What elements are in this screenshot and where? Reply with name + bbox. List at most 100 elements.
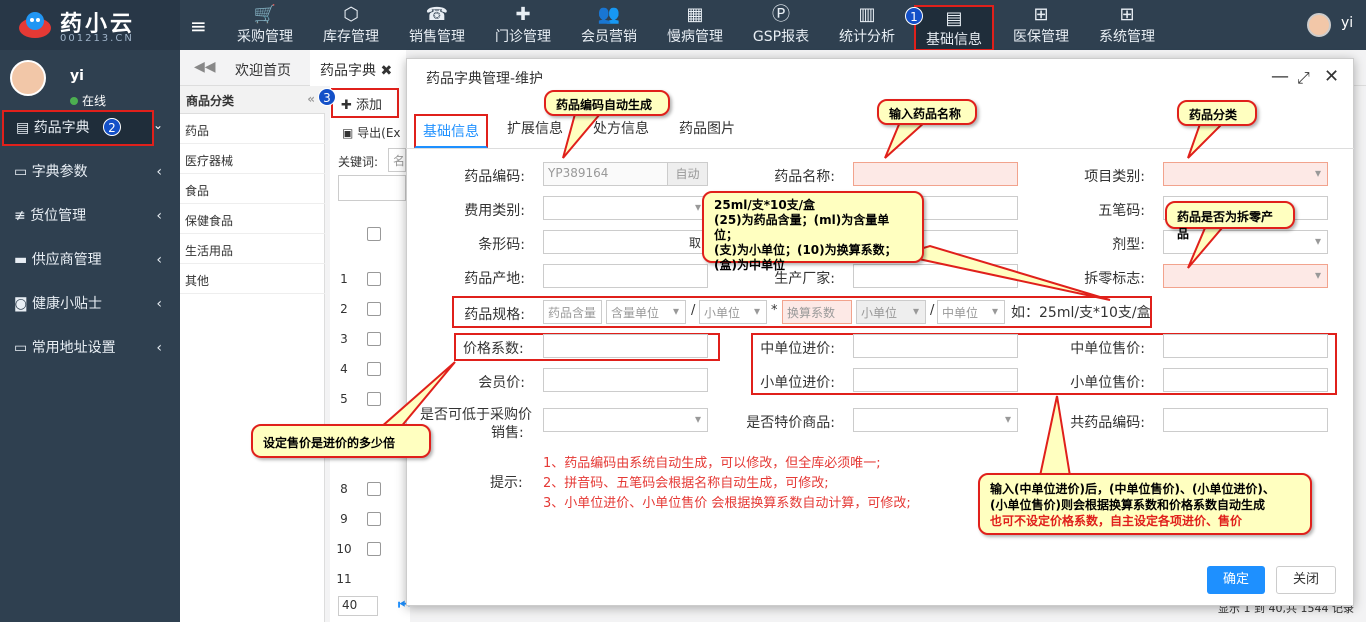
tab-extended-info[interactable]: 扩展信息 bbox=[507, 118, 563, 138]
below-cost-select[interactable] bbox=[543, 408, 708, 432]
row-checkbox[interactable] bbox=[367, 332, 381, 346]
keyword-label: 关键词: bbox=[338, 155, 379, 169]
monitor-icon: ▭ bbox=[14, 164, 28, 180]
barcode-input[interactable]: 取 bbox=[543, 230, 708, 254]
tab-drug-dict[interactable]: 药品字典 ✖ bbox=[310, 50, 406, 86]
small-buy-input[interactable] bbox=[853, 368, 1018, 392]
close-button[interactable]: 关闭 bbox=[1276, 566, 1336, 594]
category-item[interactable]: 药品 bbox=[180, 114, 325, 144]
building-icon: ▦ bbox=[686, 4, 704, 25]
collapse-icon[interactable]: « bbox=[307, 92, 315, 106]
select-all-checkbox[interactable] bbox=[367, 227, 381, 241]
sidebar-item-location[interactable]: ≢ 货位管理 ‹ bbox=[0, 198, 180, 234]
step-marker-1: 1 bbox=[905, 7, 923, 25]
tabs-back-icon[interactable]: ◀◀ bbox=[194, 59, 216, 75]
close-icon[interactable]: ✕ bbox=[1324, 66, 1339, 87]
topnav-sales[interactable]: ☎ 销售管理 bbox=[404, 0, 470, 50]
small-sell-input[interactable] bbox=[1163, 368, 1328, 392]
mid-buy-input[interactable] bbox=[853, 334, 1018, 358]
wubi-label: 五笔码: bbox=[1098, 203, 1145, 219]
logo: 药小云 001213.CN bbox=[0, 0, 180, 50]
cash-register-icon: ☎ bbox=[425, 4, 449, 25]
add-button[interactable]: ✚ 添加 bbox=[331, 88, 399, 118]
category-item[interactable]: 其他 bbox=[180, 264, 325, 294]
book-icon: ▤ bbox=[945, 8, 963, 29]
mid-sell-input[interactable] bbox=[1163, 334, 1328, 358]
auto-code-button[interactable]: 自动 bbox=[667, 163, 707, 185]
row-number: 3 bbox=[340, 332, 348, 346]
origin-label: 药品产地: bbox=[464, 271, 525, 287]
book-icon: ▤ bbox=[16, 120, 30, 136]
tab-home[interactable]: 欢迎首页 bbox=[235, 60, 291, 80]
bar-chart-icon: ▥ bbox=[858, 4, 876, 25]
row-checkbox[interactable] bbox=[367, 482, 381, 496]
topnav-system[interactable]: ⊞ 系统管理 bbox=[1094, 0, 1160, 50]
name-input[interactable] bbox=[853, 162, 1018, 186]
spec-small-unit2-select[interactable]: 小单位 bbox=[856, 300, 926, 324]
tab-basic-info[interactable]: 基础信息 bbox=[414, 114, 488, 148]
row-checkbox[interactable] bbox=[367, 362, 381, 376]
menu-toggle-icon[interactable]: ≡ bbox=[190, 14, 207, 38]
row-checkbox[interactable] bbox=[367, 512, 381, 526]
special-select[interactable] bbox=[853, 408, 1018, 432]
callout-spec: 25ml/支*10支/盒 (25)为药品含量；(ml)为含量单位； (支)为小单… bbox=[702, 191, 924, 272]
minimize-icon[interactable]: — bbox=[1271, 66, 1289, 87]
spec-unit-select[interactable]: 含量单位 bbox=[606, 300, 686, 324]
sidebar-item-health-tips[interactable]: ◙ 健康小贴士 ‹ bbox=[0, 286, 180, 322]
topnav-purchase[interactable]: 🛒 采购管理 bbox=[232, 0, 298, 50]
logo-mark-icon bbox=[19, 12, 51, 38]
sidebar-item-supplier[interactable]: ▬ 供应商管理 ‹ bbox=[0, 242, 180, 278]
export-button[interactable]: ▣ 导出(Ex bbox=[342, 124, 401, 141]
topnav-basic-info[interactable]: ▤ 基础信息 bbox=[914, 5, 994, 51]
price-factor-input[interactable] bbox=[543, 334, 708, 358]
sidebar-avatar bbox=[10, 60, 46, 96]
row-checkbox[interactable] bbox=[367, 302, 381, 316]
spec-small-unit-select[interactable]: 小单位 bbox=[699, 300, 767, 324]
sidebar-item-address[interactable]: ▭ 常用地址设置 ‹ bbox=[0, 330, 180, 366]
topnav-stats[interactable]: ▥ 统计分析 bbox=[834, 0, 900, 50]
category-item[interactable]: 食品 bbox=[180, 174, 325, 204]
row-number: 11 bbox=[336, 572, 352, 586]
topnav-insurance[interactable]: ⊞ 医保管理 bbox=[1008, 0, 1074, 50]
barcode-fetch-button[interactable]: 取 bbox=[689, 234, 701, 251]
tab-drug-images[interactable]: 药品图片 bbox=[679, 118, 735, 138]
topnav-clinic[interactable]: ✚ 门诊管理 bbox=[490, 0, 556, 50]
topnav-chronic[interactable]: ▦ 慢病管理 bbox=[662, 0, 728, 50]
category-select[interactable] bbox=[1163, 162, 1328, 186]
split-label: 拆零标志: bbox=[1084, 271, 1145, 287]
row-checkbox[interactable] bbox=[367, 542, 381, 556]
callout-code: 药品编码自动生成 bbox=[544, 90, 670, 116]
page-size-select[interactable]: 40 bbox=[338, 596, 378, 616]
topnav-inventory[interactable]: ⬡ 库存管理 bbox=[318, 0, 384, 50]
member-price-input[interactable] bbox=[543, 368, 708, 392]
spec-example: 如：25ml/支*10支/盒 bbox=[1011, 305, 1151, 321]
top-username[interactable]: yi bbox=[1341, 15, 1353, 31]
tab-prescription-info[interactable]: 处方信息 bbox=[593, 118, 649, 138]
topnav-gsp[interactable]: Ⓟ GSP报表 bbox=[748, 0, 814, 50]
shared-code-input[interactable] bbox=[1163, 408, 1328, 432]
avatar[interactable] bbox=[1307, 13, 1331, 37]
spec-mid-unit-select[interactable]: 中单位 bbox=[937, 300, 1005, 324]
search-input[interactable] bbox=[338, 175, 406, 201]
confirm-button[interactable]: 确定 bbox=[1207, 566, 1265, 594]
truck-icon: ▬ bbox=[14, 252, 28, 268]
slash-separator: / bbox=[930, 303, 935, 318]
spec-factor-input[interactable]: 换算系数 bbox=[782, 300, 852, 324]
row-checkbox[interactable] bbox=[367, 392, 381, 406]
keyword-input[interactable]: 名 bbox=[388, 148, 406, 172]
row-checkbox[interactable] bbox=[367, 272, 381, 286]
close-icon[interactable]: ✖ bbox=[380, 63, 392, 79]
name-label: 药品名称: bbox=[774, 169, 835, 185]
split-select[interactable] bbox=[1163, 264, 1328, 288]
spec-content-input[interactable]: 药品含量 bbox=[543, 300, 602, 324]
sidebar-item-dict-params[interactable]: ▭ 字典参数 ‹ bbox=[0, 154, 180, 190]
maximize-icon[interactable]: ⤢ bbox=[1297, 68, 1310, 88]
topnav-members[interactable]: 👥 会员营销 bbox=[576, 0, 642, 50]
category-item[interactable]: 保健食品 bbox=[180, 204, 325, 234]
fee-select[interactable] bbox=[543, 196, 708, 220]
member-price-label: 会员价: bbox=[478, 375, 525, 391]
category-item[interactable]: 生活用品 bbox=[180, 234, 325, 264]
sidebar-item-drug-dict[interactable]: ▤ 药品字典 bbox=[2, 110, 154, 146]
category-item[interactable]: 医疗器械 bbox=[180, 144, 325, 174]
origin-input[interactable] bbox=[543, 264, 708, 288]
